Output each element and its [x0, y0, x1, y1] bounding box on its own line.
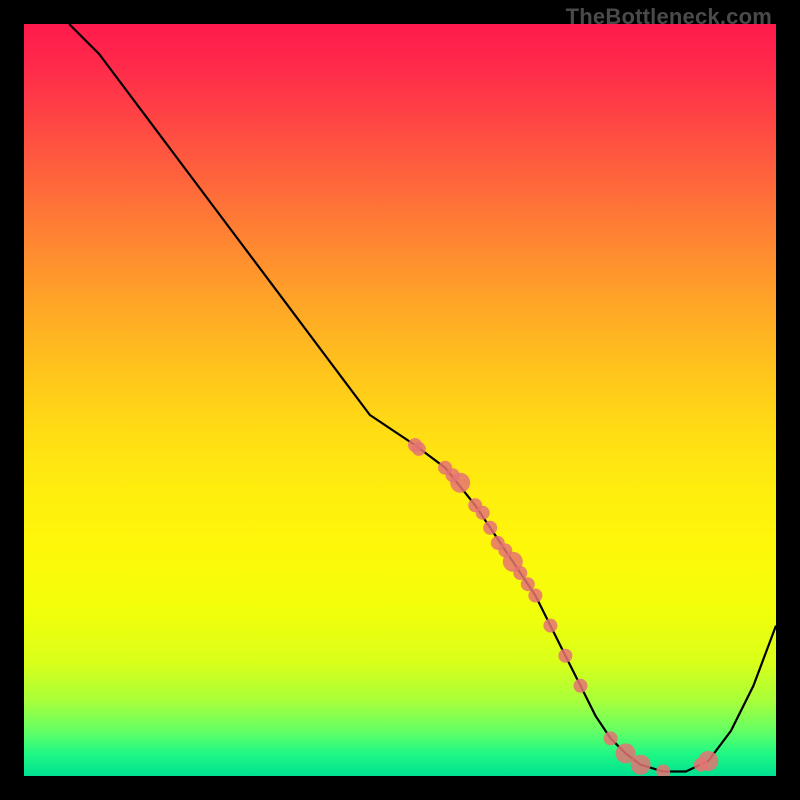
watermark-text: TheBottleneck.com: [566, 4, 772, 30]
scatter-dot: [656, 765, 670, 777]
scatter-dot: [604, 731, 618, 745]
scatter-dot: [450, 473, 470, 493]
scatter-dot: [574, 679, 588, 693]
scatter-dot: [528, 589, 542, 603]
chart-frame: [24, 24, 776, 776]
scatter-dots: [408, 438, 718, 776]
scatter-dot: [483, 521, 497, 535]
scatter-dot: [698, 751, 718, 771]
scatter-dot: [476, 506, 490, 520]
scatter-dot: [543, 619, 557, 633]
chart-svg: [24, 24, 776, 776]
bottleneck-curve: [69, 24, 776, 772]
scatter-dot: [558, 649, 572, 663]
scatter-dot: [412, 442, 426, 456]
scatter-dot: [631, 755, 651, 775]
